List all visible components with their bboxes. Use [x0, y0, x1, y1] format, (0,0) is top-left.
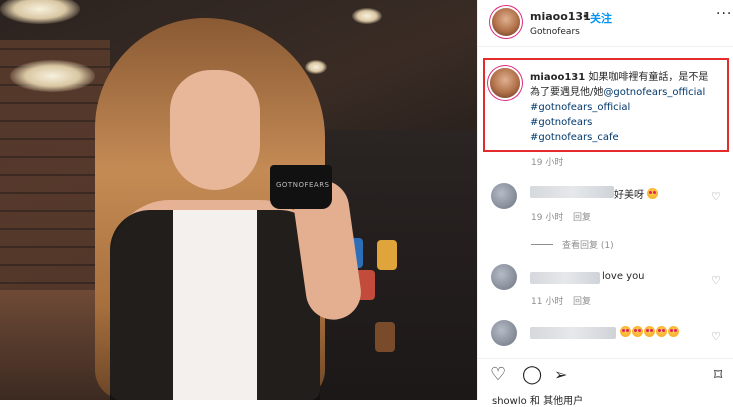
ceiling-lamp [10, 60, 95, 92]
emoji-icon [647, 188, 659, 199]
view-replies-button[interactable]: 查看回复 (1) [562, 238, 614, 251]
location[interactable]: Gotnofears [530, 27, 580, 37]
comment-avatar[interactable] [491, 183, 517, 209]
post-side-panel: miaoo131 • 关注 Gotnofears ··· miaoo131 如果… [477, 0, 733, 407]
separator-dot: • [582, 10, 589, 23]
caption-text: 為了要遇見他/她 [530, 87, 604, 98]
emoji-icon [668, 326, 679, 337]
caption: miaoo131 如果咖啡裡有童話，是不是 為了要遇見他/她@gotnofear… [530, 70, 726, 145]
emoji-icon [632, 326, 643, 337]
comment-like-icon[interactable]: ♡ [711, 330, 721, 343]
cup-print: GOTNOFEARS [276, 181, 330, 189]
post-header: miaoo131 • 关注 Gotnofears ··· [478, 0, 733, 47]
reply-button[interactable]: 回复 [573, 294, 591, 307]
reply-button[interactable]: 回复 [573, 210, 591, 223]
comment-icon[interactable]: ◯ [522, 366, 542, 384]
divider [531, 244, 553, 245]
follow-button[interactable]: 关注 [590, 10, 612, 26]
ceiling-light [305, 60, 327, 74]
hashtag-link[interactable]: #gotnofears_official [530, 102, 630, 113]
coffee-cup: GOTNOFEARS [270, 165, 332, 209]
figurine [377, 240, 397, 270]
emoji-icon [644, 326, 655, 337]
person-face [170, 70, 260, 190]
ceiling-light [352, 8, 382, 24]
share-icon[interactable]: ➢ [554, 366, 567, 384]
hashtag-link[interactable]: #gotnofears [530, 117, 592, 128]
emoji-icon [620, 326, 631, 337]
emoji-icon [656, 326, 667, 337]
blurred-username [530, 327, 616, 339]
comment-emojis [620, 326, 680, 339]
comment-like-icon[interactable]: ♡ [711, 190, 721, 203]
blurred-username [530, 272, 600, 284]
blurred-username [530, 186, 614, 198]
bookmark-icon[interactable]: ⌑ [714, 366, 722, 384]
heart-icon[interactable]: ♡ [490, 366, 506, 384]
comment-avatar[interactable] [491, 264, 517, 290]
comment-time: 11 小时 [531, 297, 564, 307]
comment-time: 19 小时 [531, 213, 564, 223]
caption-text: 如果咖啡裡有童話，是不是 [588, 72, 709, 83]
clothing [110, 210, 320, 400]
caption-time: 19 小时 [531, 158, 564, 168]
comment-text: love you [602, 271, 645, 282]
avatar[interactable] [492, 8, 520, 36]
mention-link[interactable]: @gotnofears_official [603, 87, 705, 98]
comment-avatar[interactable] [491, 320, 517, 346]
figurine [375, 322, 395, 352]
comment-like-icon[interactable]: ♡ [711, 274, 721, 287]
hashtag-link[interactable]: #gotnofears_cafe [530, 132, 619, 143]
ceiling-lamp [0, 0, 80, 24]
more-options-icon[interactable]: ··· [716, 6, 732, 22]
caption-avatar[interactable] [490, 68, 520, 98]
comment-text: 好美呀 [614, 186, 659, 201]
post-photo[interactable]: GOTNOFEARS [0, 0, 477, 400]
caption-username[interactable]: miaoo131 [530, 72, 585, 83]
